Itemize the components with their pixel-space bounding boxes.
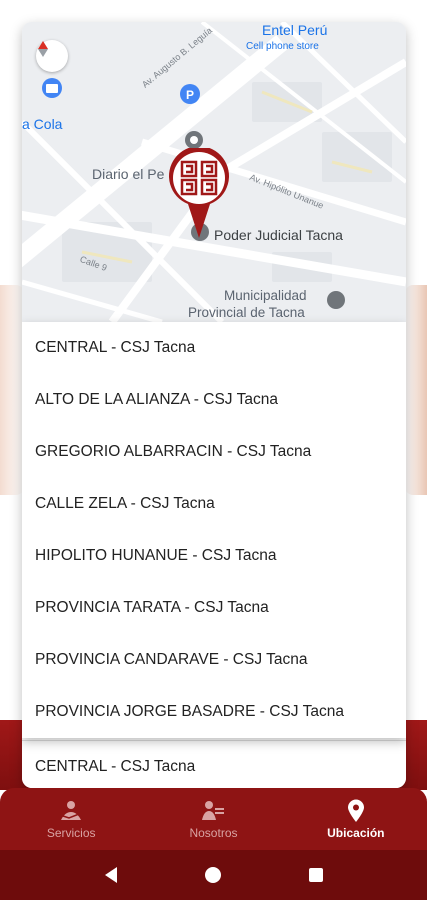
map-label-cola: a Cola	[22, 116, 63, 132]
background-decor-right	[405, 285, 427, 495]
map-label-diario: Diario el Pe	[92, 166, 165, 182]
back-triangle-icon	[105, 867, 118, 883]
court-select-field[interactable]: CENTRAL - CSJ Tacna	[22, 740, 406, 788]
bottom-navigation: Servicios Nosotros Ubicación	[0, 788, 427, 850]
map-label-provincial: Provincial de Tacna	[188, 305, 305, 320]
dropdown-option[interactable]: PROVINCIA TARATA - CSJ Tacna	[22, 582, 406, 634]
pj-logo-pin-icon	[169, 148, 229, 238]
nav-label: Nosotros	[189, 825, 238, 840]
dropdown-option[interactable]: GREGORIO ALBARRACIN - CSJ Tacna	[22, 426, 406, 478]
system-navigation-bar	[0, 850, 427, 900]
home-button[interactable]	[193, 855, 233, 895]
dropdown-option[interactable]: PROVINCIA CANDARAVE - CSJ Tacna	[22, 634, 406, 686]
location-card: P Entel Perú Cell phone store a Cola Av.…	[22, 22, 406, 788]
location-pin-icon	[347, 799, 364, 822]
dropdown-option[interactable]: ALTO DE LA ALIANZA - CSJ Tacna	[22, 374, 406, 426]
court-dropdown-menu[interactable]: CENTRAL - CSJ Tacna ALTO DE LA ALIANZA -…	[22, 322, 406, 738]
svg-text:P: P	[186, 88, 194, 102]
dropdown-option[interactable]: CENTRAL - CSJ Tacna	[22, 322, 406, 374]
recents-square-icon	[308, 868, 323, 882]
about-icon	[202, 800, 225, 820]
back-button[interactable]	[91, 855, 131, 895]
nav-label: Ubicación	[327, 825, 385, 840]
nav-item-nosotros[interactable]: Nosotros	[142, 788, 284, 850]
dropdown-option[interactable]: CALLE ZELA - CSJ Tacna	[22, 478, 406, 530]
compass-icon	[38, 41, 48, 57]
map-label-poder-judicial: Poder Judicial Tacna	[214, 227, 343, 243]
nav-item-ubicacion[interactable]: Ubicación	[285, 788, 427, 850]
location-pin[interactable]	[166, 148, 232, 240]
map-view[interactable]: P Entel Perú Cell phone store a Cola Av.…	[22, 22, 406, 322]
nav-item-servicios[interactable]: Servicios	[0, 788, 142, 850]
home-circle-icon	[205, 867, 222, 883]
recents-button[interactable]	[296, 855, 336, 895]
compass-button[interactable]	[36, 40, 68, 72]
dropdown-option[interactable]: PROVINCIA JORGE BASADRE - CSJ Tacna	[22, 686, 406, 738]
nav-label: Servicios	[46, 825, 96, 840]
map-label-municipalidad: Municipalidad	[224, 288, 307, 303]
map-label-cell-store: Cell phone store	[246, 41, 319, 52]
map-label-entel: Entel Perú	[262, 22, 328, 38]
dropdown-option[interactable]: HIPOLITO HUNANUE - CSJ Tacna	[22, 530, 406, 582]
background-decor-left	[0, 285, 24, 495]
services-icon	[61, 800, 82, 820]
